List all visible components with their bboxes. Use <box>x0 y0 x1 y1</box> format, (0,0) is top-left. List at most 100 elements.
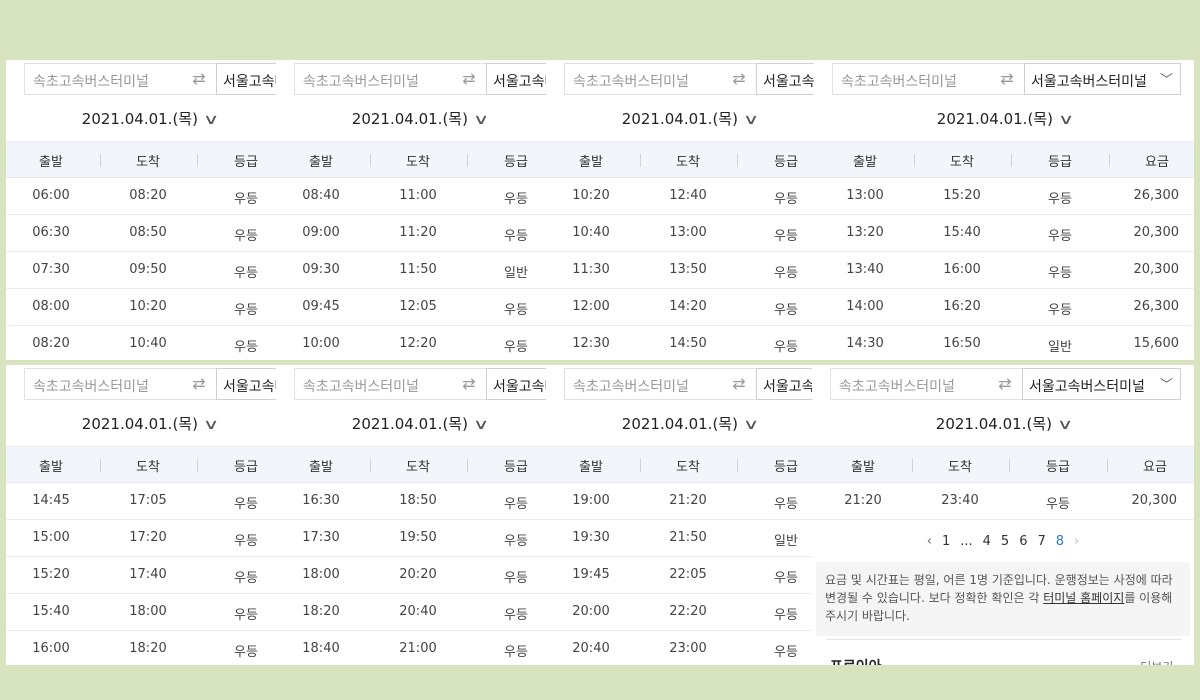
table-cell: 19:45 <box>572 567 610 582</box>
table-row[interactable]: 10:00 12:20 우등 <box>276 326 562 360</box>
departure-input[interactable]: 속초고속버스터미널 <box>832 63 990 95</box>
table-header: 출발 도착 등급 <box>276 141 562 178</box>
swap-icon[interactable]: ⇄ <box>452 63 486 95</box>
table-row[interactable]: 06:30 08:50 우등 <box>6 215 292 252</box>
table-row[interactable]: 11:30 13:50 우등 <box>546 252 832 289</box>
swap-icon[interactable]: ⇄ <box>452 368 486 400</box>
table-row[interactable]: 16:30 18:50 우등 <box>276 483 562 520</box>
column-divider <box>640 459 641 472</box>
swap-icon[interactable]: ⇄ <box>182 368 216 400</box>
table-row[interactable]: 14:30 16:50 일반 15,600 <box>814 326 1194 360</box>
table-cell: 13:00 <box>846 188 884 203</box>
date-selector[interactable]: 2021.04.01.(목) ∨ <box>6 409 292 439</box>
table-row[interactable]: 12:30 14:50 우등 <box>546 326 832 360</box>
more-link[interactable]: 더보기 › <box>1140 658 1182 665</box>
table-cell: 15,600 <box>1133 336 1180 351</box>
table-row[interactable]: 17:30 19:50 우등 <box>276 520 562 557</box>
table-row[interactable]: 06:00 08:20 우등 <box>6 178 292 215</box>
departure-input[interactable]: 속초고속버스터미널 <box>294 63 452 95</box>
table-row[interactable]: 19:45 22:05 우등 <box>546 557 832 594</box>
date-selector[interactable]: 2021.04.01.(목) ∨ <box>812 409 1194 439</box>
column-header: 도착 <box>948 460 972 475</box>
table-row[interactable]: 07:30 09:50 우등 <box>6 252 292 289</box>
terminal-homepage-link[interactable]: 터미널 홈페이지 <box>1043 591 1124 605</box>
date-selector[interactable]: 2021.04.01.(목) ∨ <box>546 104 832 134</box>
swap-icon[interactable]: ⇄ <box>722 63 756 95</box>
table-row[interactable]: 21:20 23:40 우등 20,300 <box>812 483 1194 520</box>
table-row[interactable]: 19:00 21:20 우등 <box>546 483 832 520</box>
table-row[interactable]: 08:40 11:00 우등 <box>276 178 562 215</box>
route-selector: 속초고속버스터미널⇄서울고속버스터미널 <box>24 368 292 400</box>
table-row[interactable]: 20:40 23:00 우등 <box>546 631 832 665</box>
column-header: 등급 <box>234 155 258 170</box>
table-row[interactable]: 16:00 18:20 우등 <box>6 631 292 665</box>
departure-input[interactable]: 속초고속버스터미널 <box>564 63 722 95</box>
departure-input[interactable]: 속초고속버스터미널 <box>24 63 182 95</box>
page-link[interactable]: 6 <box>1019 534 1027 549</box>
table-cell: 20:00 <box>572 604 610 619</box>
table-row[interactable]: 15:40 18:00 우등 <box>6 594 292 631</box>
swap-icon[interactable]: ⇄ <box>182 63 216 95</box>
panel-bottom-3: 속초고속버스터미널⇄서울고속버스터미널 2021.04.01.(목)∨ 출발 도착 등급… <box>546 365 832 665</box>
table-row[interactable]: 09:45 12:05 우등 <box>276 289 562 326</box>
table-cell: 일반 <box>774 534 798 549</box>
table-row[interactable]: 14:00 16:20 우등 26,300 <box>814 289 1194 326</box>
swap-icon[interactable]: ⇄ <box>988 368 1022 400</box>
table-row[interactable]: 14:45 17:05 우등 <box>6 483 292 520</box>
table-cell: 우등 <box>234 266 258 281</box>
table-cell: 22:05 <box>669 567 707 582</box>
departure-input[interactable]: 속초고속버스터미널 <box>564 368 722 400</box>
chevron-right-icon[interactable]: › <box>1074 534 1079 549</box>
swap-icon[interactable]: ⇄ <box>722 368 756 400</box>
table-row[interactable]: 10:40 13:00 우등 <box>546 215 832 252</box>
route-selector: 속초고속버스터미널⇄서울고속버스터미널 <box>294 368 562 400</box>
table-cell: 우등 <box>234 303 258 318</box>
table-row[interactable]: 10:20 12:40 우등 <box>546 178 832 215</box>
table-cell: 우등 <box>234 192 258 207</box>
table-row[interactable]: 18:00 20:20 우등 <box>276 557 562 594</box>
date-text: 2021.04.01.(목) <box>935 415 1052 433</box>
date-selector[interactable]: 2021.04.01.(목) ∨ <box>546 409 832 439</box>
page-link[interactable]: 8 <box>1056 534 1064 549</box>
table-cell: 06:00 <box>32 188 70 203</box>
departure-input[interactable]: 속초고속버스터미널 <box>830 368 988 400</box>
table-cell: 21:50 <box>669 530 707 545</box>
table-row[interactable]: 13:00 15:20 우등 26,300 <box>814 178 1194 215</box>
date-selector[interactable]: 2021.04.01.(목) ∨ <box>276 104 562 134</box>
page-link[interactable]: 5 <box>1001 534 1009 549</box>
departure-input[interactable]: 속초고속버스터미널 <box>24 368 182 400</box>
page-link[interactable]: 1 <box>942 534 950 549</box>
date-selector[interactable]: 2021.04.01.(목) ∨ <box>814 104 1194 134</box>
table-row[interactable]: 09:00 11:20 우등 <box>276 215 562 252</box>
table-row[interactable]: 08:00 10:20 우등 <box>6 289 292 326</box>
table-cell: 17:20 <box>129 530 167 545</box>
column-header: 요금 <box>1143 460 1167 475</box>
column-header: 등급 <box>1046 460 1070 475</box>
table-row[interactable]: 20:00 22:20 우등 <box>546 594 832 631</box>
chevron-left-icon[interactable]: ‹ <box>927 534 932 549</box>
route-selector: 속초고속버스터미널⇄서울고속버스터미널 <box>294 63 562 95</box>
swap-icon[interactable]: ⇄ <box>990 63 1024 95</box>
table-row[interactable]: 08:20 10:40 우등 <box>6 326 292 360</box>
table-cell: 우등 <box>234 497 258 512</box>
arrival-select[interactable]: 서울고속버스터미널 <box>1022 368 1181 400</box>
table-row[interactable]: 18:40 21:00 우등 <box>276 631 562 665</box>
column-header: 등급 <box>774 460 798 475</box>
table-row[interactable]: 19:30 21:50 일반 <box>546 520 832 557</box>
page-link[interactable]: 7 <box>1037 534 1045 549</box>
table-row[interactable]: 15:20 17:40 우등 <box>6 557 292 594</box>
table-row[interactable]: 15:00 17:20 우등 <box>6 520 292 557</box>
departure-input[interactable]: 속초고속버스터미널 <box>294 368 452 400</box>
table-row[interactable]: 09:30 11:50 일반 <box>276 252 562 289</box>
chevron-down-icon: ∨ <box>1057 112 1075 128</box>
page-link[interactable]: 4 <box>983 534 991 549</box>
date-selector[interactable]: 2021.04.01.(목) ∨ <box>276 409 562 439</box>
table-row[interactable]: 18:20 20:40 우등 <box>276 594 562 631</box>
table-cell: 20:40 <box>399 604 437 619</box>
table-row[interactable]: 12:00 14:20 우등 <box>546 289 832 326</box>
table-row[interactable]: 13:40 16:00 우등 20,300 <box>814 252 1194 289</box>
arrival-select[interactable]: 서울고속버스터미널 <box>1024 63 1181 95</box>
table-cell: 13:40 <box>846 262 884 277</box>
table-row[interactable]: 13:20 15:40 우등 20,300 <box>814 215 1194 252</box>
date-selector[interactable]: 2021.04.01.(목) ∨ <box>6 104 292 134</box>
